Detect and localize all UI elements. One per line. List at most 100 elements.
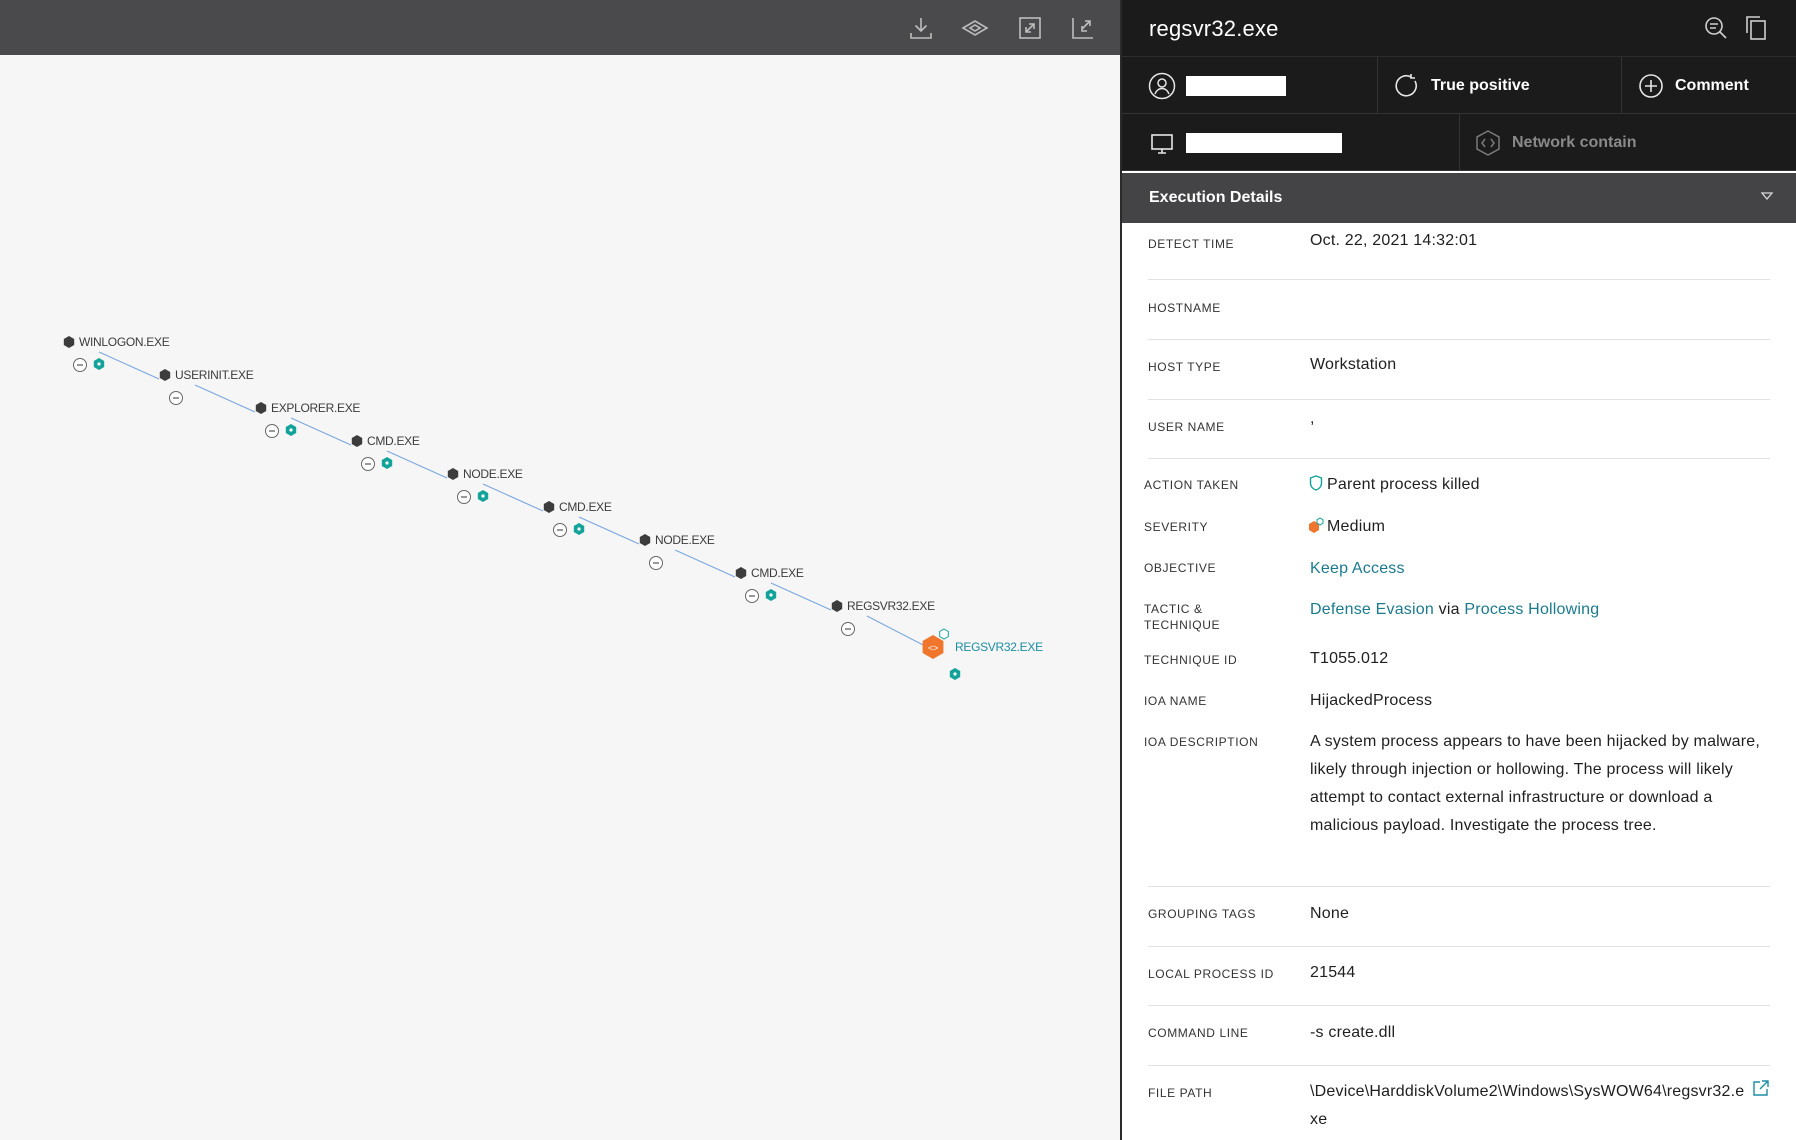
process-hex-icon (831, 600, 843, 612)
process-edge (770, 582, 832, 611)
process-node[interactable]: EXPLORER.EXE (255, 401, 361, 438)
objective-link[interactable]: Keep Access (1310, 555, 1405, 583)
command-line-label: COMMAND LINE (1148, 1026, 1249, 1040)
action-row-2: Network contain (1122, 114, 1796, 171)
comment-button[interactable]: Comment (1622, 57, 1796, 114)
command-line-value: -s create.dll (1310, 1024, 1396, 1041)
copy-icon[interactable] (1742, 14, 1770, 42)
hostname-label: HOSTNAME (1148, 301, 1221, 315)
collapse-icon[interactable] (1066, 11, 1100, 45)
process-hex-icon (735, 567, 747, 579)
technique-id-label: TECHNIQUE ID (1144, 653, 1238, 667)
process-edge (290, 417, 352, 446)
technique-id-value: T1055.012 (1310, 650, 1389, 667)
host-cell[interactable] (1122, 114, 1460, 171)
severity-value: Medium (1327, 518, 1386, 535)
process-edge (674, 549, 736, 578)
detail-header: regsvr32.exe (1122, 0, 1796, 57)
process-edge (98, 351, 160, 380)
ioa-description-label: IOA DESCRIPTION (1144, 735, 1259, 749)
grouping-tags-label: GROUPING TAGS (1148, 907, 1257, 921)
process-label: REGSVR32.EXE (847, 599, 935, 613)
ioa-name-value: HijackedProcess (1310, 692, 1433, 709)
process-label: EXPLORER.EXE (271, 401, 360, 415)
action-row-1: True positive Comment (1122, 57, 1796, 114)
divider (1148, 886, 1770, 887)
ioa-description-value: A system process appears to have been hi… (1310, 733, 1761, 834)
process-edge (866, 615, 928, 648)
tactic-technique-label: TACTIC & TECHNIQUE (1144, 602, 1221, 632)
process-edge (194, 384, 256, 413)
via-text: via (1438, 601, 1460, 618)
teal-hex-dot (481, 494, 485, 498)
redacted-host (1186, 132, 1342, 153)
objective-label: OBJECTIVE (1144, 561, 1217, 575)
detection-detail-pane: regsvr32.exe True positive Comment Netwo… (1122, 0, 1796, 1140)
graph-toolbar (0, 0, 1120, 55)
teal-hex-dot (769, 593, 773, 597)
process-label: NODE.EXE (463, 467, 523, 481)
detect-time-value: Oct. 22, 2021 14:32:01 (1310, 232, 1478, 249)
divider (1148, 1005, 1770, 1006)
true-positive-label: True positive (1431, 76, 1530, 94)
plus-circle-icon (1637, 72, 1665, 100)
shield-icon (1309, 475, 1323, 496)
process-hex-icon (351, 435, 363, 447)
process-node[interactable]: CMD.EXE (735, 566, 804, 603)
tactic-link[interactable]: Defense Evasion (1310, 601, 1434, 618)
download-icon[interactable] (904, 11, 938, 45)
execution-details-header[interactable]: Execution Details (1122, 173, 1796, 223)
section-title: Execution Details (1149, 189, 1283, 206)
action-taken-label: ACTION TAKEN (1144, 478, 1239, 492)
process-node[interactable]: CMD.EXE (543, 500, 612, 537)
process-label: NODE.EXE (655, 533, 715, 547)
process-graph-pane: WINLOGON.EXE USERINIT.EXE EXPLORER.EXE CMD.… (0, 0, 1120, 1140)
process-hex-icon (63, 336, 75, 348)
process-node[interactable]: REGSVR32.EXE (831, 599, 935, 636)
local-pid-value: 21544 (1310, 964, 1356, 981)
assignee-cell[interactable] (1122, 57, 1378, 114)
file-path-label: FILE PATH (1148, 1086, 1213, 1100)
expand-icon[interactable] (1013, 11, 1047, 45)
file-path-value: \Device\HarddiskVolume2\Windows\SysWOW64… (1310, 1083, 1745, 1128)
network-contain-button[interactable]: Network contain (1460, 114, 1796, 171)
refresh-icon (1393, 72, 1421, 100)
code-glyph: <> (928, 643, 938, 653)
shield-badge-icon (939, 628, 949, 640)
process-node[interactable]: <> REGSVR32.EXE (922, 628, 1043, 680)
process-node[interactable]: USERINIT.EXE (159, 368, 254, 405)
search-list-icon[interactable] (1702, 14, 1730, 42)
process-tree-graph: WINLOGON.EXE USERINIT.EXE EXPLORER.EXE CMD.… (63, 335, 1043, 680)
process-node[interactable]: WINLOGON.EXE (63, 335, 170, 372)
process-hex-icon (255, 402, 267, 414)
true-positive-button[interactable]: True positive (1378, 57, 1622, 114)
process-label: USERINIT.EXE (175, 368, 254, 382)
comment-label: Comment (1675, 76, 1749, 94)
chevron-down-icon[interactable] (1760, 189, 1774, 208)
user-name-value: , (1310, 410, 1315, 427)
detail-title: regsvr32.exe (1149, 16, 1279, 41)
process-edge (578, 516, 640, 545)
action-taken-value: Parent process killed (1327, 476, 1480, 493)
process-label-highlighted: REGSVR32.EXE (955, 640, 1043, 654)
local-pid-label: LOCAL PROCESS ID (1148, 967, 1274, 981)
process-edge (386, 450, 448, 479)
process-node[interactable]: CMD.EXE (351, 434, 420, 471)
detect-time-label: DETECT TIME (1148, 237, 1235, 251)
process-hex-icon (543, 501, 555, 513)
monitor-icon (1148, 129, 1176, 157)
technique-link[interactable]: Process Hollowing (1464, 601, 1599, 618)
network-contain-label: Network contain (1512, 133, 1637, 151)
teal-hex-dot (289, 428, 293, 432)
host-type-label: HOST TYPE (1148, 360, 1221, 374)
severity-medium-icon (1308, 517, 1324, 538)
process-label: CMD.EXE (559, 500, 612, 514)
divider (1148, 946, 1770, 947)
external-link-icon[interactable] (1752, 1079, 1770, 1102)
teal-hex-dot (577, 527, 581, 531)
divider (1148, 458, 1770, 459)
layers-icon[interactable] (958, 11, 992, 45)
grouping-tags-value: None (1310, 905, 1350, 922)
user-name-label: USER NAME (1148, 420, 1225, 434)
divider (1148, 399, 1770, 400)
